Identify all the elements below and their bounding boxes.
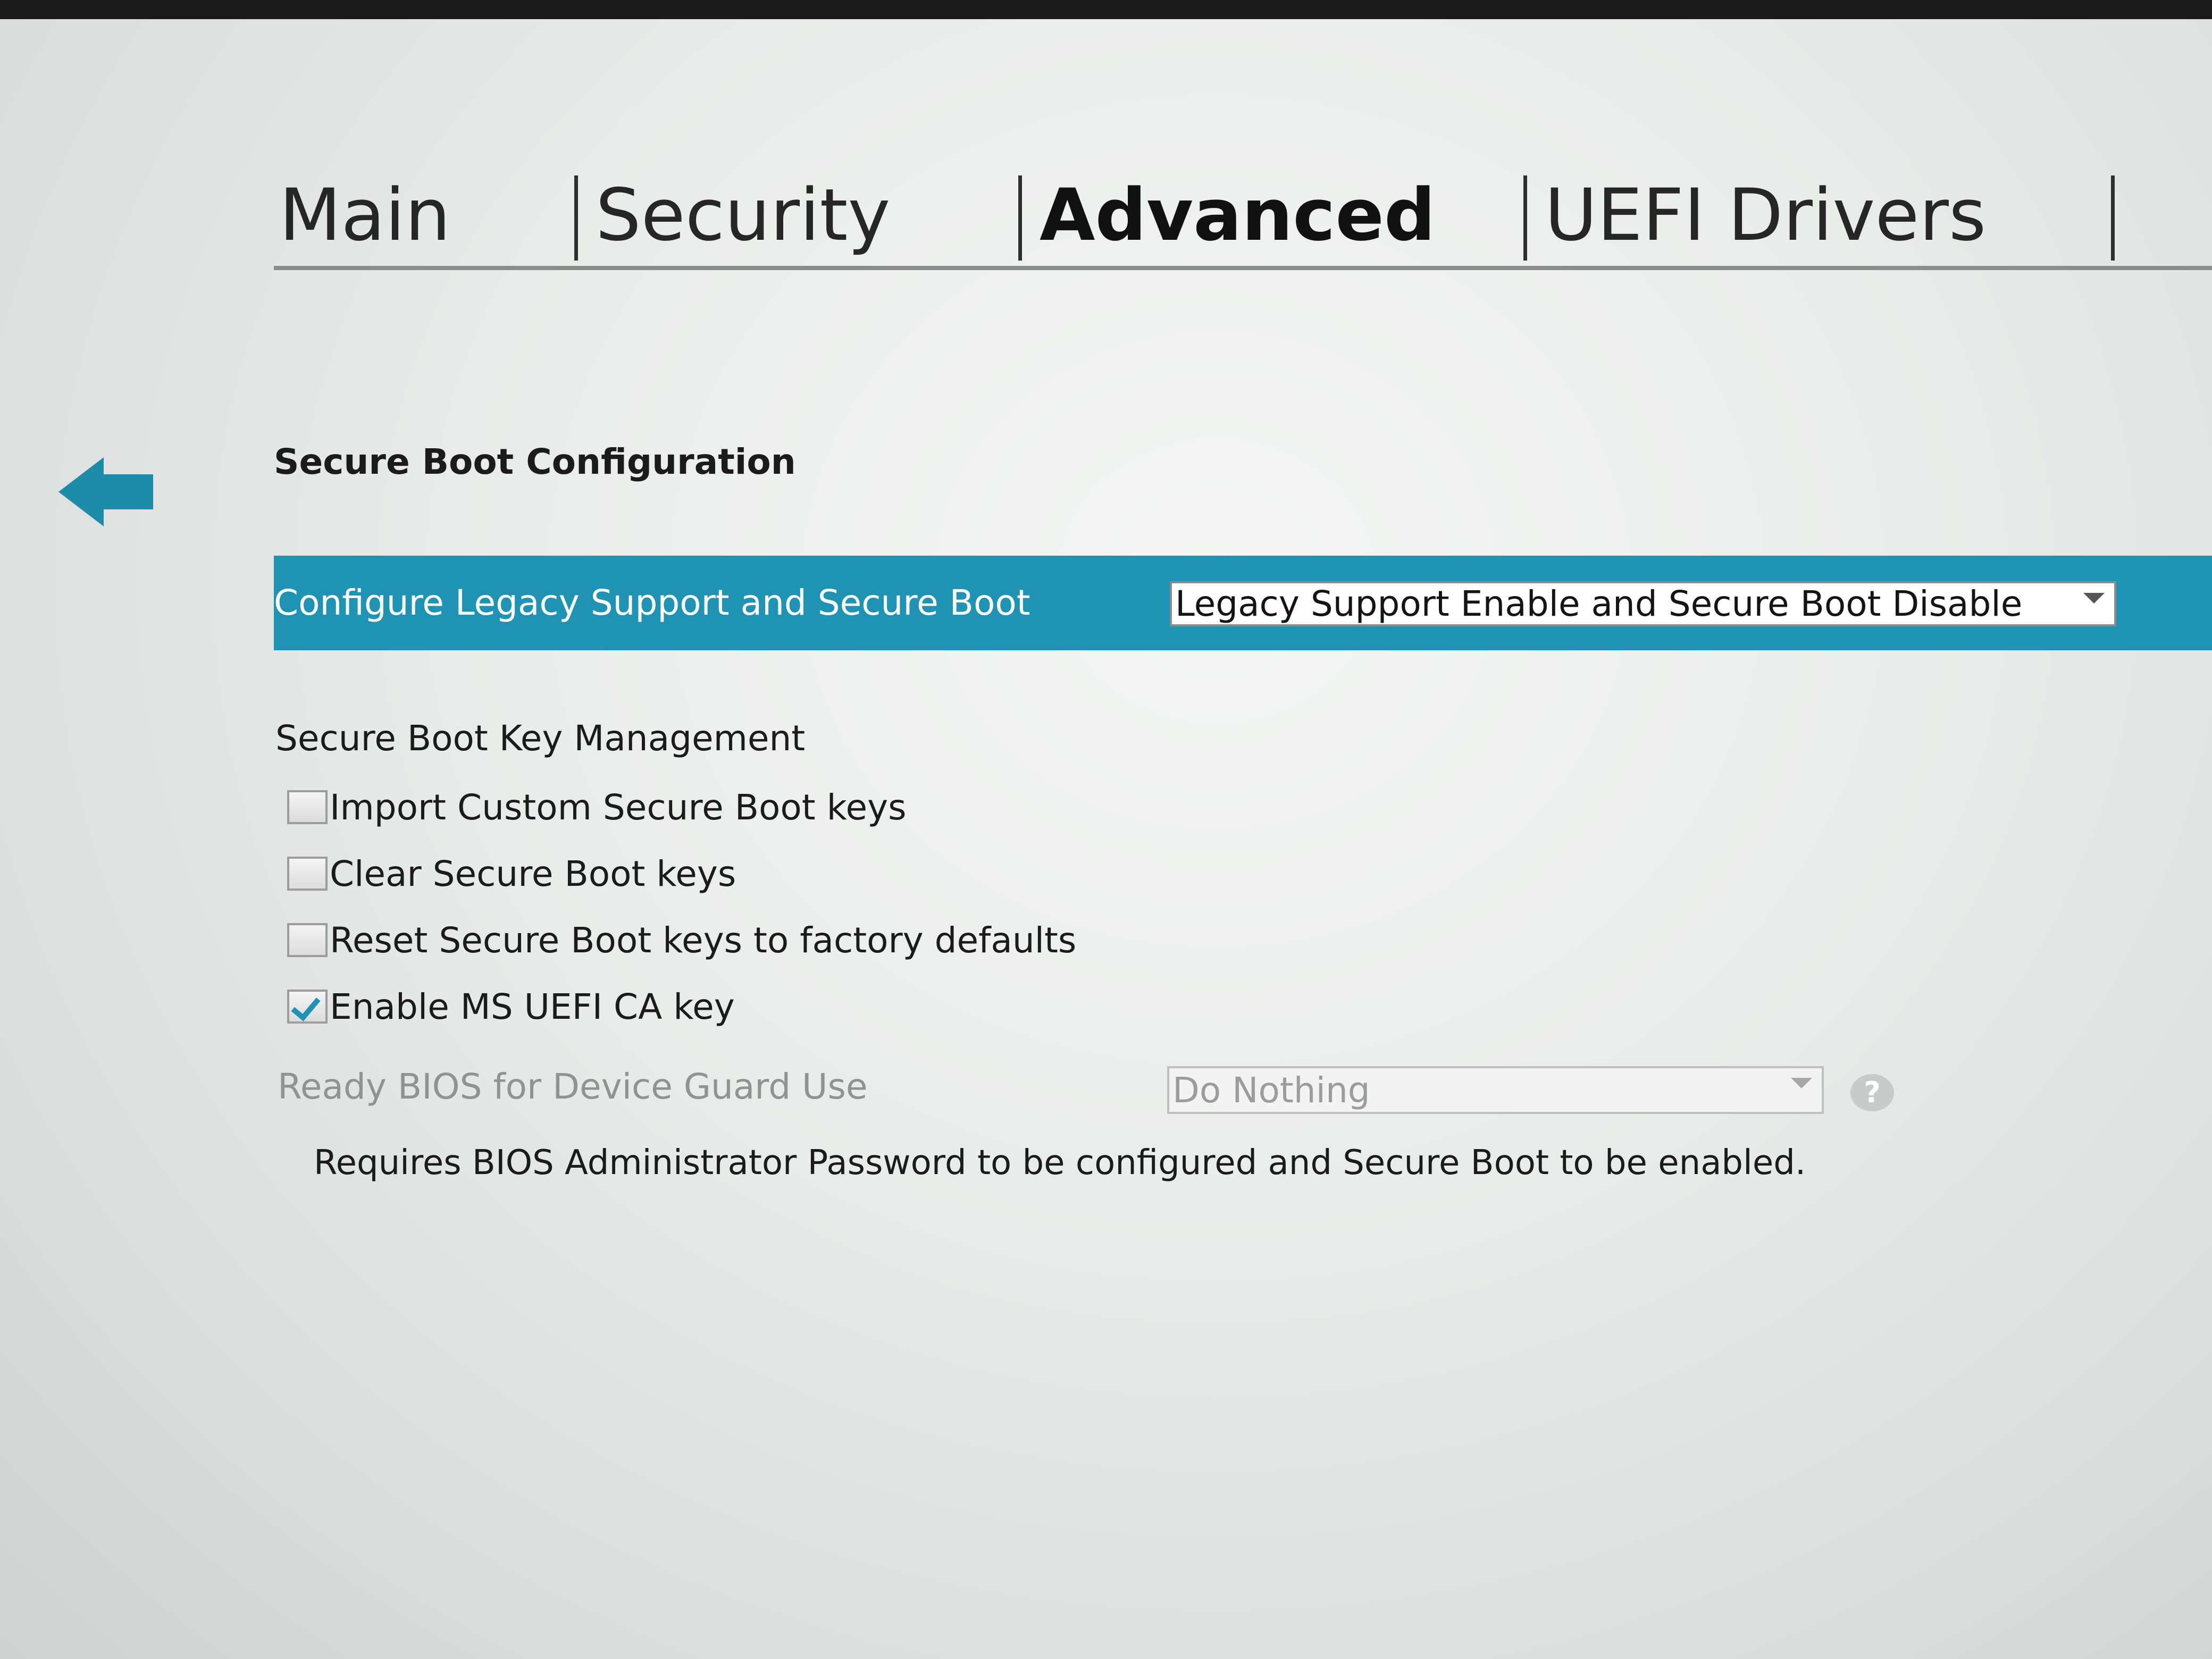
device-guard-select: Do Nothing: [1167, 1066, 1824, 1114]
device-guard-label: Ready BIOS for Device Guard Use: [278, 1066, 868, 1107]
tab-bar: Main Security Advanced UEFI Drivers: [274, 165, 2212, 271]
checkbox-label: Clear Secure Boot keys: [330, 853, 736, 894]
reset-keys-checkbox[interactable]: [287, 923, 328, 957]
chevron-down-icon: [1791, 1078, 1812, 1088]
reset-keys-option[interactable]: Reset Secure Boot keys to factory defaul…: [287, 919, 1076, 961]
back-arrow-icon[interactable]: [58, 457, 160, 526]
tab-advanced[interactable]: Advanced: [1040, 165, 1436, 266]
clear-keys-option[interactable]: Clear Secure Boot keys: [287, 852, 736, 895]
checkmark-icon: [291, 991, 321, 1021]
page-title: Secure Boot Configuration: [274, 441, 796, 482]
clear-keys-checkbox[interactable]: [287, 857, 328, 891]
tab-separator: [574, 175, 578, 261]
import-custom-keys-checkbox[interactable]: [287, 790, 328, 824]
checkbox-label: Enable MS UEFI CA key: [330, 986, 735, 1027]
tab-main[interactable]: Main: [279, 165, 450, 266]
screen-top-edge: [0, 0, 2212, 19]
import-custom-keys-option[interactable]: Import Custom Secure Boot keys: [287, 786, 907, 828]
requirement-note: Requires BIOS Administrator Password to …: [314, 1143, 1806, 1183]
chevron-down-icon: [2083, 593, 2105, 604]
tab-separator: [1523, 175, 1527, 261]
tab-separator: [2111, 175, 2115, 261]
enable-ms-uefi-ca-checkbox[interactable]: [287, 990, 328, 1024]
legacy-secure-boot-value: Legacy Support Enable and Secure Boot Di…: [1175, 583, 2023, 624]
device-guard-value: Do Nothing: [1172, 1069, 1370, 1111]
checkbox-label: Reset Secure Boot keys to factory defaul…: [330, 919, 1077, 961]
legacy-secure-boot-select[interactable]: Legacy Support Enable and Secure Boot Di…: [1170, 581, 2116, 626]
tab-security[interactable]: Security: [596, 165, 890, 266]
enable-ms-uefi-ca-option[interactable]: Enable MS UEFI CA key: [287, 985, 735, 1028]
legacy-secure-boot-label: Configure Legacy Support and Secure Boot: [274, 582, 1030, 623]
tab-underline: [274, 266, 2212, 270]
tab-separator: [1018, 175, 1022, 261]
key-management-title: Secure Boot Key Management: [275, 718, 806, 759]
checkbox-label: Import Custom Secure Boot keys: [330, 786, 907, 828]
tab-uefi-drivers[interactable]: UEFI Drivers: [1545, 165, 1986, 266]
help-icon[interactable]: ?: [1850, 1074, 1894, 1111]
